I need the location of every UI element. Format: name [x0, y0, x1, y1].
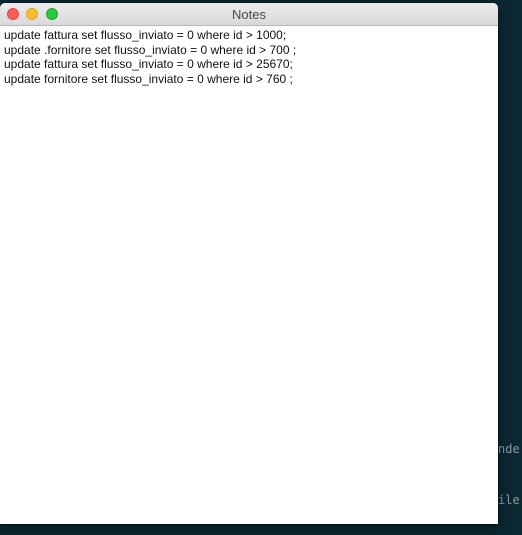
window-title: Notes — [232, 7, 266, 22]
note-line: update fattura set flusso_inviato = 0 wh… — [4, 28, 287, 42]
window-titlebar[interactable]: Notes — [0, 3, 498, 26]
note-line: update fattura set flusso_inviato = 0 wh… — [4, 57, 293, 71]
note-text-area[interactable]: update fattura set flusso_inviato = 0 wh… — [0, 26, 498, 86]
note-line: update .fornitore set flusso_inviato = 0… — [4, 42, 297, 57]
background-terminal-line: ile — [498, 493, 520, 507]
note-line: update fornitore set flusso_inviato = 0 … — [4, 71, 293, 86]
background-terminal-line: nde — [498, 442, 520, 456]
notes-window: Notes update fattura set flusso_inviato … — [0, 3, 498, 524]
background-terminal-text: nde ile — [498, 407, 522, 535]
